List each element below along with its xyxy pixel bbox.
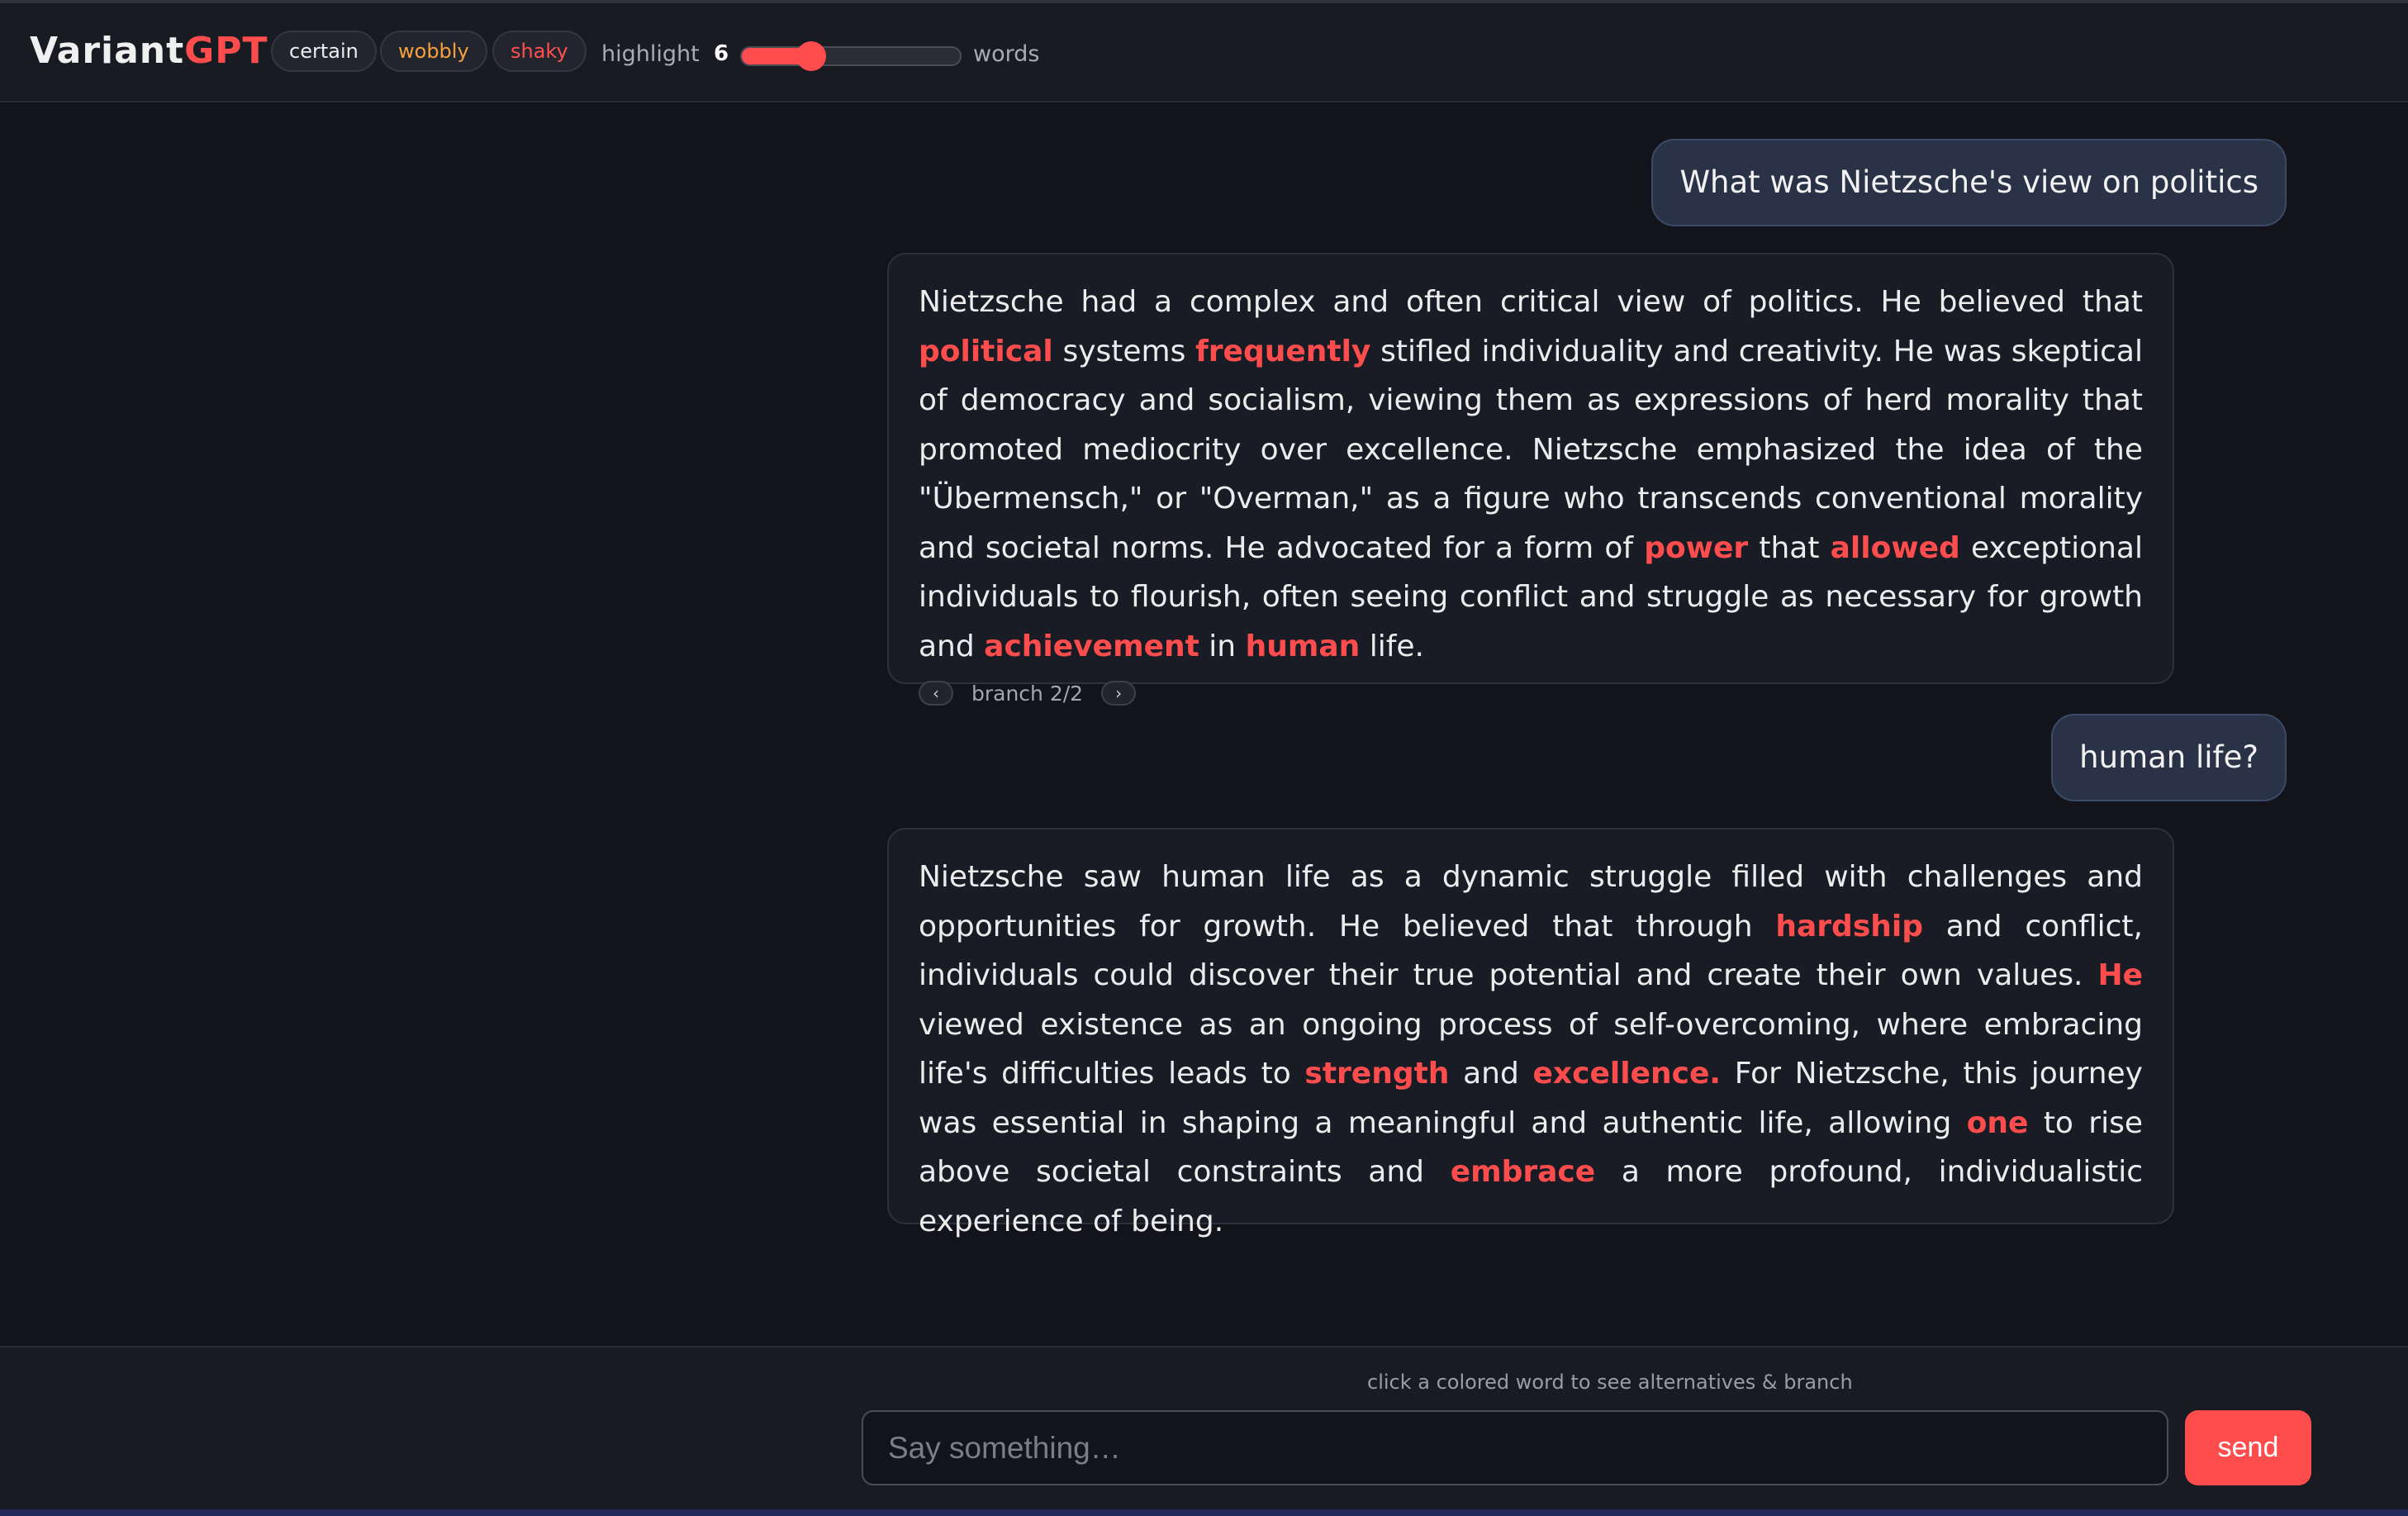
highlighted-word[interactable]: excellence.	[1533, 1057, 1722, 1091]
assistant-message-text: Nietzsche had a complex and often critic…	[919, 278, 2143, 671]
highlighted-word[interactable]: human	[1246, 630, 1361, 663]
highlighted-word[interactable]: achievement	[984, 630, 1199, 663]
message-text-run: in	[1199, 629, 1246, 663]
legend-chip-shaky[interactable]: shaky	[492, 31, 587, 72]
assistant-message-text: Nietzsche saw human life as a dynamic st…	[919, 853, 2143, 1246]
words-label: words	[973, 41, 1040, 67]
highlight-slider[interactable]	[740, 41, 962, 71]
message-text-run: Nietzsche had a complex and often critic…	[919, 285, 2143, 319]
legend-chip-wobbly[interactable]: wobbly	[380, 31, 487, 72]
message-text-run: that	[1748, 530, 1831, 565]
branch-label: branch 2/2	[971, 681, 1084, 706]
message-text-run: and	[1449, 1057, 1533, 1091]
user-message: What was Nietzsche's view on politics	[1651, 139, 2287, 226]
highlight-slider-thumb[interactable]	[796, 41, 827, 71]
assistant-message: Nietzsche saw human life as a dynamic st…	[887, 828, 2174, 1238]
highlight-count: 6	[714, 41, 729, 66]
highlighted-word[interactable]: embrace	[1451, 1155, 1596, 1189]
branch-next-button[interactable]: ›	[1101, 681, 1137, 706]
assistant-message: Nietzsche had a complex and often critic…	[887, 253, 2174, 706]
highlighted-word[interactable]: hardship	[1775, 910, 1923, 943]
message-text-run: systems	[1052, 334, 1196, 368]
app-logo: VariantGPT	[30, 30, 268, 72]
highlighted-word[interactable]: political	[919, 335, 1053, 368]
top-bar: VariantGPT certain wobbly shaky highligh…	[0, 3, 2408, 102]
legend-chip-certain[interactable]: certain	[271, 31, 377, 72]
send-button[interactable]: send	[2185, 1410, 2311, 1485]
highlighted-word[interactable]: strength	[1304, 1057, 1449, 1091]
highlighted-word[interactable]: one	[1967, 1106, 2029, 1140]
branch-navigator: ‹ branch 2/2 ›	[919, 681, 2143, 706]
bottom-accent-bar	[0, 1509, 2408, 1516]
highlighted-word[interactable]: He	[2097, 958, 2143, 992]
highlighted-word[interactable]: power	[1644, 531, 1748, 565]
highlighted-word[interactable]: frequently	[1195, 335, 1370, 368]
message-text-run: life.	[1360, 629, 1424, 663]
highlighted-word[interactable]: allowed	[1831, 531, 1960, 565]
branch-prev-button[interactable]: ‹	[919, 681, 953, 706]
hint-text: click a colored word to see alternatives…	[1367, 1371, 1853, 1394]
composer-bar: click a colored word to see alternatives…	[0, 1346, 2408, 1509]
highlight-label: highlight	[601, 41, 700, 67]
user-message: human life?	[2051, 714, 2287, 801]
message-input[interactable]	[862, 1410, 2168, 1485]
